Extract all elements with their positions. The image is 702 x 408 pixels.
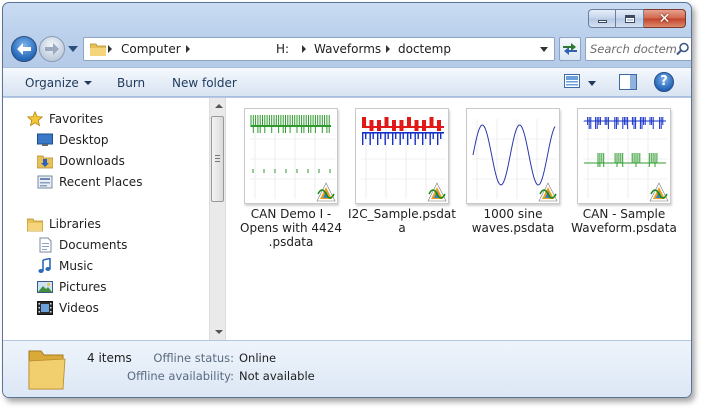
- file-thumbnail: [355, 108, 449, 204]
- downloads-icon: [37, 155, 53, 169]
- folder-icon: [90, 43, 106, 56]
- recent-pages-button[interactable]: [67, 43, 79, 55]
- picoscope-icon: [538, 182, 558, 202]
- change-view-icon[interactable]: [564, 74, 580, 88]
- forward-arrow-icon: [45, 43, 59, 55]
- maximize-button[interactable]: [616, 9, 644, 28]
- desktop-icon: [37, 133, 53, 146]
- close-icon: ✕: [658, 10, 671, 27]
- breadcrumb-waveforms[interactable]: Waveforms: [314, 42, 381, 56]
- command-bar: Organize Burn New folder ?: [3, 67, 691, 97]
- file-thumbnail: [244, 108, 338, 204]
- file-list: CAN Demo I - Opens with 4424 .psdata I2C…: [226, 98, 691, 340]
- offline-availability-value: Not available: [239, 369, 315, 383]
- grip-icon: [215, 155, 220, 162]
- back-arrow-icon: [17, 43, 31, 55]
- organize-label: Organize: [25, 76, 79, 90]
- file-name: 1000 sine waves.psdata: [471, 207, 555, 235]
- scrollbar-thumb[interactable]: [211, 116, 224, 202]
- sidebar-item-documents[interactable]: Documents: [39, 236, 128, 254]
- navigation-pane: Favorites Desktop Downloads Recent Place…: [3, 98, 209, 340]
- breadcrumb-chevron-icon[interactable]: [108, 45, 112, 53]
- minimize-button[interactable]: [588, 9, 616, 28]
- videos-label: Videos: [59, 301, 99, 315]
- scroll-up-icon[interactable]: [215, 104, 223, 108]
- recent-places-icon: [37, 175, 53, 189]
- file-item[interactable]: I2C_Sample.psdata: [347, 108, 457, 235]
- search-box[interactable]: [585, 37, 691, 61]
- sidebar-item-favorites[interactable]: Favorites: [27, 110, 104, 128]
- address-dropdown-icon[interactable]: [540, 47, 548, 52]
- maximize-icon: [624, 14, 635, 23]
- view-options-dropdown-icon[interactable]: [588, 81, 596, 86]
- address-bar[interactable]: Computer H: Waveforms doctemp: [83, 37, 555, 61]
- star-icon: [27, 111, 43, 127]
- content-area: Favorites Desktop Downloads Recent Place…: [3, 98, 691, 340]
- file-thumbnail: [577, 108, 671, 204]
- details-pane: 4 items Offline status: Online Offline a…: [3, 340, 691, 397]
- sidebar-item-music[interactable]: Music: [38, 257, 94, 275]
- search-input[interactable]: [590, 41, 676, 57]
- picoscope-icon: [427, 182, 447, 202]
- file-item[interactable]: CAN Demo I - Opens with 4424 .psdata: [236, 108, 346, 249]
- close-button[interactable]: ✕: [644, 9, 686, 28]
- forward-button[interactable]: [39, 36, 65, 62]
- downloads-label: Downloads: [59, 154, 125, 168]
- chevron-down-icon: [68, 46, 78, 52]
- sidebar-item-desktop[interactable]: Desktop: [37, 131, 109, 149]
- picoscope-icon: [649, 182, 669, 202]
- file-name: CAN Demo I - Opens with 4424 .psdata: [240, 207, 342, 249]
- breadcrumb-computer[interactable]: Computer: [121, 42, 181, 56]
- burn-button[interactable]: Burn: [117, 76, 145, 90]
- offline-status-label: Offline status:: [153, 351, 234, 365]
- organize-button[interactable]: Organize: [25, 76, 92, 90]
- libraries-icon: [27, 218, 43, 232]
- sidebar-item-libraries[interactable]: Libraries: [27, 215, 101, 233]
- recent-places-label: Recent Places: [59, 175, 143, 189]
- breadcrumb-chevron-icon[interactable]: [186, 45, 190, 53]
- file-thumbnail: [466, 108, 560, 204]
- breadcrumb-doctemp[interactable]: doctemp: [398, 42, 451, 56]
- picoscope-icon: [316, 182, 336, 202]
- caption-buttons: ✕: [588, 9, 686, 28]
- navigation-bar: Computer H: Waveforms doctemp: [9, 35, 691, 63]
- documents-label: Documents: [59, 238, 128, 252]
- videos-icon: [37, 301, 53, 315]
- folder-icon: [28, 350, 66, 390]
- refresh-button[interactable]: [559, 37, 581, 61]
- refresh-icon: [563, 43, 577, 55]
- sidebar-item-pictures[interactable]: Pictures: [37, 278, 107, 296]
- sidebar-item-videos[interactable]: Videos: [37, 299, 99, 317]
- chevron-down-icon: [83, 81, 92, 85]
- desktop-label: Desktop: [59, 133, 109, 147]
- help-button[interactable]: ?: [654, 72, 674, 92]
- pictures-label: Pictures: [59, 280, 107, 294]
- search-icon[interactable]: [676, 42, 690, 56]
- pictures-icon: [37, 281, 53, 293]
- libraries-label: Libraries: [49, 217, 101, 231]
- explorer-window: ✕ Computer H: Waveforms doctemp Search d…: [2, 2, 692, 398]
- breadcrumb-drive[interactable]: H:: [276, 42, 289, 56]
- documents-icon: [39, 237, 52, 253]
- music-note-icon: [38, 258, 51, 273]
- sidebar-item-downloads[interactable]: Downloads: [37, 152, 125, 170]
- offline-availability-label: Offline availability:: [127, 369, 234, 383]
- file-item[interactable]: 1000 sine waves.psdata: [458, 108, 568, 235]
- new-folder-button[interactable]: New folder: [172, 76, 237, 90]
- back-button[interactable]: [11, 36, 37, 62]
- breadcrumb-chevron-icon[interactable]: [386, 45, 390, 53]
- favorites-label: Favorites: [49, 112, 104, 126]
- file-name: I2C_Sample.psdata: [348, 207, 456, 235]
- offline-status-value: Online: [239, 351, 277, 365]
- minimize-icon: [597, 20, 607, 23]
- preview-pane-icon[interactable]: [619, 74, 637, 90]
- breadcrumb-chevron-icon[interactable]: [302, 45, 306, 53]
- sidebar-item-recent-places[interactable]: Recent Places: [37, 173, 143, 191]
- navigation-pane-scrollbar[interactable]: [209, 98, 226, 340]
- music-label: Music: [59, 259, 94, 273]
- file-name: CAN - Sample Waveform.psdata: [571, 207, 677, 235]
- file-item[interactable]: CAN - Sample Waveform.psdata: [569, 108, 679, 235]
- scroll-down-icon[interactable]: [215, 330, 223, 334]
